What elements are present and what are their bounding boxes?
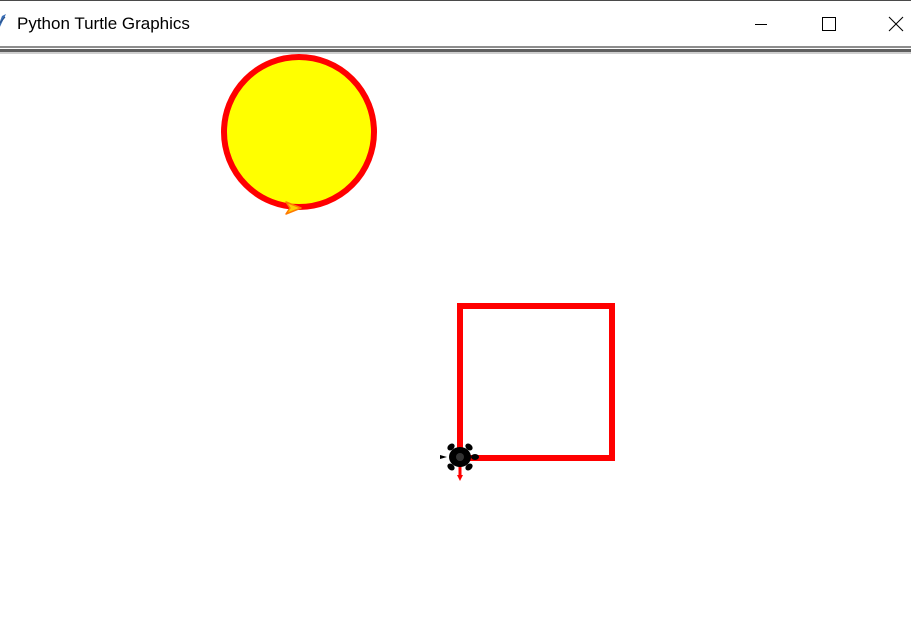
- title-bar[interactable]: Python Turtle Graphics: [0, 0, 911, 47]
- window-title: Python Turtle Graphics: [17, 14, 190, 33]
- turtle-icon: [440, 443, 479, 481]
- maximize-icon: [822, 17, 836, 31]
- turtle-window: Python Turtle Graphics: [0, 0, 911, 627]
- minimize-icon: [755, 24, 767, 25]
- maximize-button[interactable]: [799, 1, 859, 47]
- title-separator: [0, 46, 911, 54]
- minimize-button[interactable]: [731, 1, 791, 47]
- python-feather-icon: [0, 14, 6, 27]
- close-icon: [888, 16, 904, 32]
- red-square: [457, 303, 615, 461]
- turtle-canvas[interactable]: [0, 54, 911, 627]
- close-button[interactable]: [866, 1, 911, 47]
- yellow-circle: [221, 54, 377, 210]
